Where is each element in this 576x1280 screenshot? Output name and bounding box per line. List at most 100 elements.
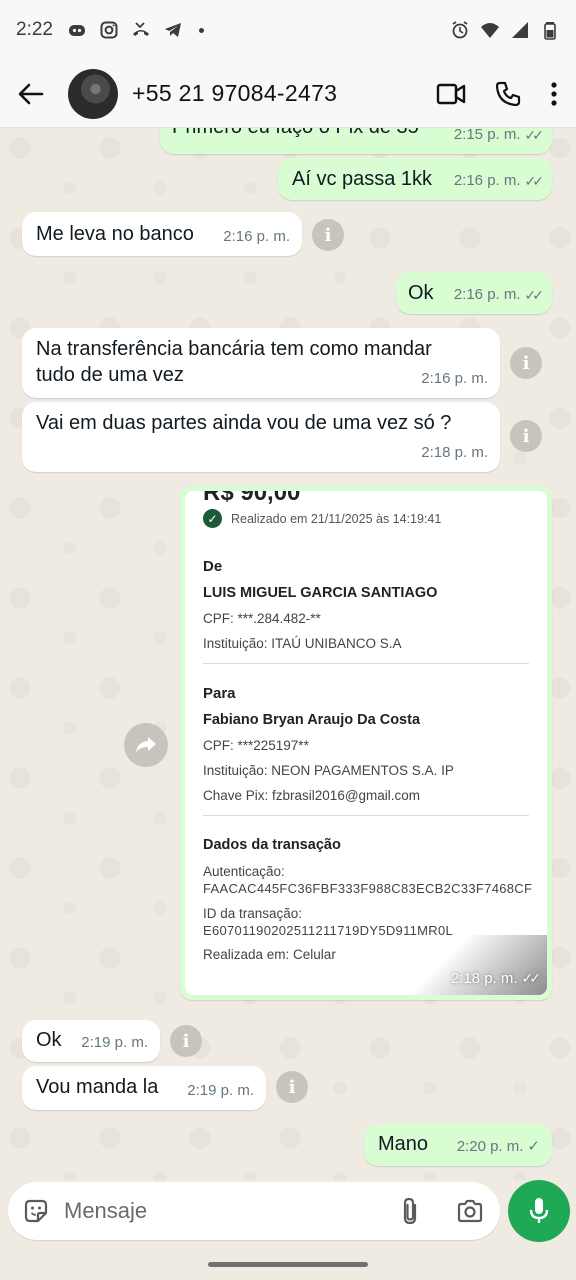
message-text: Ok <box>408 282 434 304</box>
message-text: Na transferência bancária tem como manda… <box>36 338 432 386</box>
message-text: Mano <box>378 1133 429 1155</box>
sticker-emoji-icon[interactable] <box>22 1197 50 1225</box>
message-incoming[interactable]: Me leva no banco 2:16 p. m. <box>22 212 302 256</box>
receipt-divider <box>203 663 529 664</box>
message-time: 2:19 p. m. <box>187 1082 254 1099</box>
video-call-icon[interactable] <box>436 81 466 107</box>
info-icon[interactable]: i <box>276 1071 308 1103</box>
receipt-status-text: Realizado em 21/11/2025 às 14:19:41 <box>231 511 442 526</box>
receipt-id-label: ID da transação: <box>203 906 303 921</box>
battery-icon <box>544 22 556 40</box>
receipt-pix-key: Chave Pix: fzbrasil2016@gmail.com <box>203 788 421 803</box>
receipt-auth-label: Autenticação: <box>203 864 285 879</box>
receipt-to-institution: Instituição: NEON PAGAMENTOS S.A. IP <box>203 763 454 778</box>
message-text: Vai em duas partes ainda vou de uma vez … <box>36 412 452 434</box>
message-incoming[interactable]: Ok 2:19 p. m. <box>22 1020 160 1062</box>
image-time: 2:18 p. m. <box>450 970 518 987</box>
more-options-icon[interactable] <box>550 81 558 107</box>
image-message[interactable]: R$ 90,00 ✓ Realizado em 21/11/2025 às 14… <box>180 486 552 1000</box>
message-outgoing[interactable]: Ok 2:16 p. m. ✓✓ <box>396 272 552 314</box>
wifi-icon <box>481 23 499 38</box>
receipt-done-in: Realizada em: Celular <box>203 947 336 962</box>
message-text: Primero eu faço o Pix de 35 <box>172 128 419 140</box>
message-time: 2:18 p. m. <box>421 444 488 461</box>
info-icon[interactable]: i <box>510 347 542 379</box>
more-notifications-dot-icon <box>198 27 204 33</box>
attach-icon[interactable] <box>400 1196 420 1226</box>
message-meta: 2:16 p. m. <box>223 224 290 250</box>
receipt-status: ✓ Realizado em 21/11/2025 às 14:19:41 <box>203 509 441 528</box>
receipt-auth-value: FAACAC445FC36FBF333F988C83ECB2C33F7468CF <box>203 881 533 896</box>
message-text: Vou manda la <box>36 1076 159 1098</box>
message-time: 2:16 p. m. <box>223 228 290 245</box>
message-text: Me leva no banco <box>36 223 194 245</box>
message-meta: 2:19 p. m. <box>81 1030 148 1056</box>
single-check-icon: ✓ <box>527 1138 540 1155</box>
chat-header: +55 21 97084-2473 <box>0 60 576 128</box>
receipt-image: R$ 90,00 ✓ Realizado em 21/11/2025 às 14… <box>185 491 547 995</box>
voice-call-icon[interactable] <box>494 80 522 108</box>
alarm-icon <box>452 21 468 39</box>
receipt-to-name: Fabiano Bryan Araujo Da Costa <box>203 712 421 728</box>
receipt-from-institution: Instituição: ITAÚ UNIBANCO S.A <box>203 636 402 651</box>
receipt-to-cpf: CPF: ***225197** <box>203 738 309 753</box>
image-meta: 2:18 p. m. ✓✓ <box>450 970 542 987</box>
receipt-amount: R$ 90,00 <box>203 491 301 506</box>
receipt-from-name: LUIS MIGUEL GARCIA SANTIAGO <box>203 585 438 601</box>
message-input-placeholder: Mensaje <box>64 1198 148 1223</box>
message-incoming[interactable]: Vai em duas partes ainda vou de uma vez … <box>22 402 500 472</box>
info-icon[interactable]: i <box>312 219 344 251</box>
message-time: 2:19 p. m. <box>81 1034 148 1051</box>
message-outgoing[interactable]: Aí vc passa 1kk 2:16 p. m. ✓✓ <box>278 158 552 200</box>
contact-name[interactable]: +55 21 97084-2473 <box>132 80 337 107</box>
chat-area[interactable]: Primero eu faço o Pix de 35 2:15 p. m.✓✓… <box>0 128 576 1180</box>
message-meta: 2:15 p. m. ✓✓ <box>453 128 545 148</box>
gesture-handle[interactable] <box>208 1262 368 1267</box>
message-outgoing[interactable]: Primero eu faço o Pix de 35 2:15 p. m.✓✓ <box>160 128 552 154</box>
composer-bar: Mensaje <box>0 1180 576 1244</box>
message-text: Ok <box>36 1029 62 1051</box>
status-bar: 2:22 <box>0 0 576 60</box>
message-text: Aí vc passa 1kk <box>292 168 433 190</box>
camera-icon[interactable] <box>456 1198 484 1224</box>
message-time: 2:15 p. m. <box>453 128 521 143</box>
double-check-icon: ✓✓ <box>521 970 542 986</box>
telegram-icon <box>164 23 181 37</box>
info-icon[interactable]: i <box>170 1025 202 1057</box>
message-meta: 2:16 p. m. ✓✓ <box>453 282 545 308</box>
status-time: 2:22 <box>16 19 53 40</box>
forward-icon <box>136 737 156 753</box>
double-check-icon: ✓✓ <box>524 173 545 189</box>
missed-call-icon <box>132 22 149 36</box>
receipt-from-label: De <box>203 558 223 575</box>
signal-icon <box>512 22 528 38</box>
contact-avatar[interactable] <box>68 68 118 119</box>
discord-icon <box>68 25 85 36</box>
message-time: 2:16 p. m. <box>421 370 488 387</box>
message-meta: 2:16 p. m. ✓✓ <box>453 168 545 194</box>
double-check-icon: ✓✓ <box>524 128 545 143</box>
message-time: 2:20 p. m. <box>456 1138 524 1155</box>
message-meta: 2:16 p. m. <box>421 366 488 392</box>
receipt-to-label: Para <box>203 685 236 702</box>
double-check-icon: ✓✓ <box>524 287 545 303</box>
message-meta: 2:20 p. m. ✓ <box>457 1134 540 1160</box>
message-time: 2:16 p. m. <box>453 286 521 303</box>
message-input[interactable]: Mensaje <box>8 1182 500 1240</box>
message-meta: 2:19 p. m. <box>187 1078 254 1104</box>
system-nav-bar <box>0 1244 576 1280</box>
receipt-transaction-label: Dados da transação <box>203 837 341 853</box>
message-outgoing[interactable]: Mano 2:20 p. m. ✓ <box>364 1124 552 1166</box>
back-arrow-icon[interactable] <box>16 79 46 109</box>
message-incoming[interactable]: Na transferência bancária tem como manda… <box>22 328 500 398</box>
message-incoming[interactable]: Vou manda la 2:19 p. m. <box>22 1066 266 1110</box>
receipt-from-cpf: CPF: ***.284.482-** <box>203 611 321 626</box>
microphone-icon <box>529 1198 549 1223</box>
forward-button[interactable] <box>124 723 168 767</box>
check-circle-icon: ✓ <box>203 509 222 528</box>
receipt-divider <box>203 815 529 816</box>
message-meta: 2:18 p. m. <box>421 440 488 466</box>
voice-message-button[interactable] <box>508 1180 570 1242</box>
info-icon[interactable]: i <box>510 420 542 452</box>
message-time: 2:16 p. m. <box>453 172 521 189</box>
